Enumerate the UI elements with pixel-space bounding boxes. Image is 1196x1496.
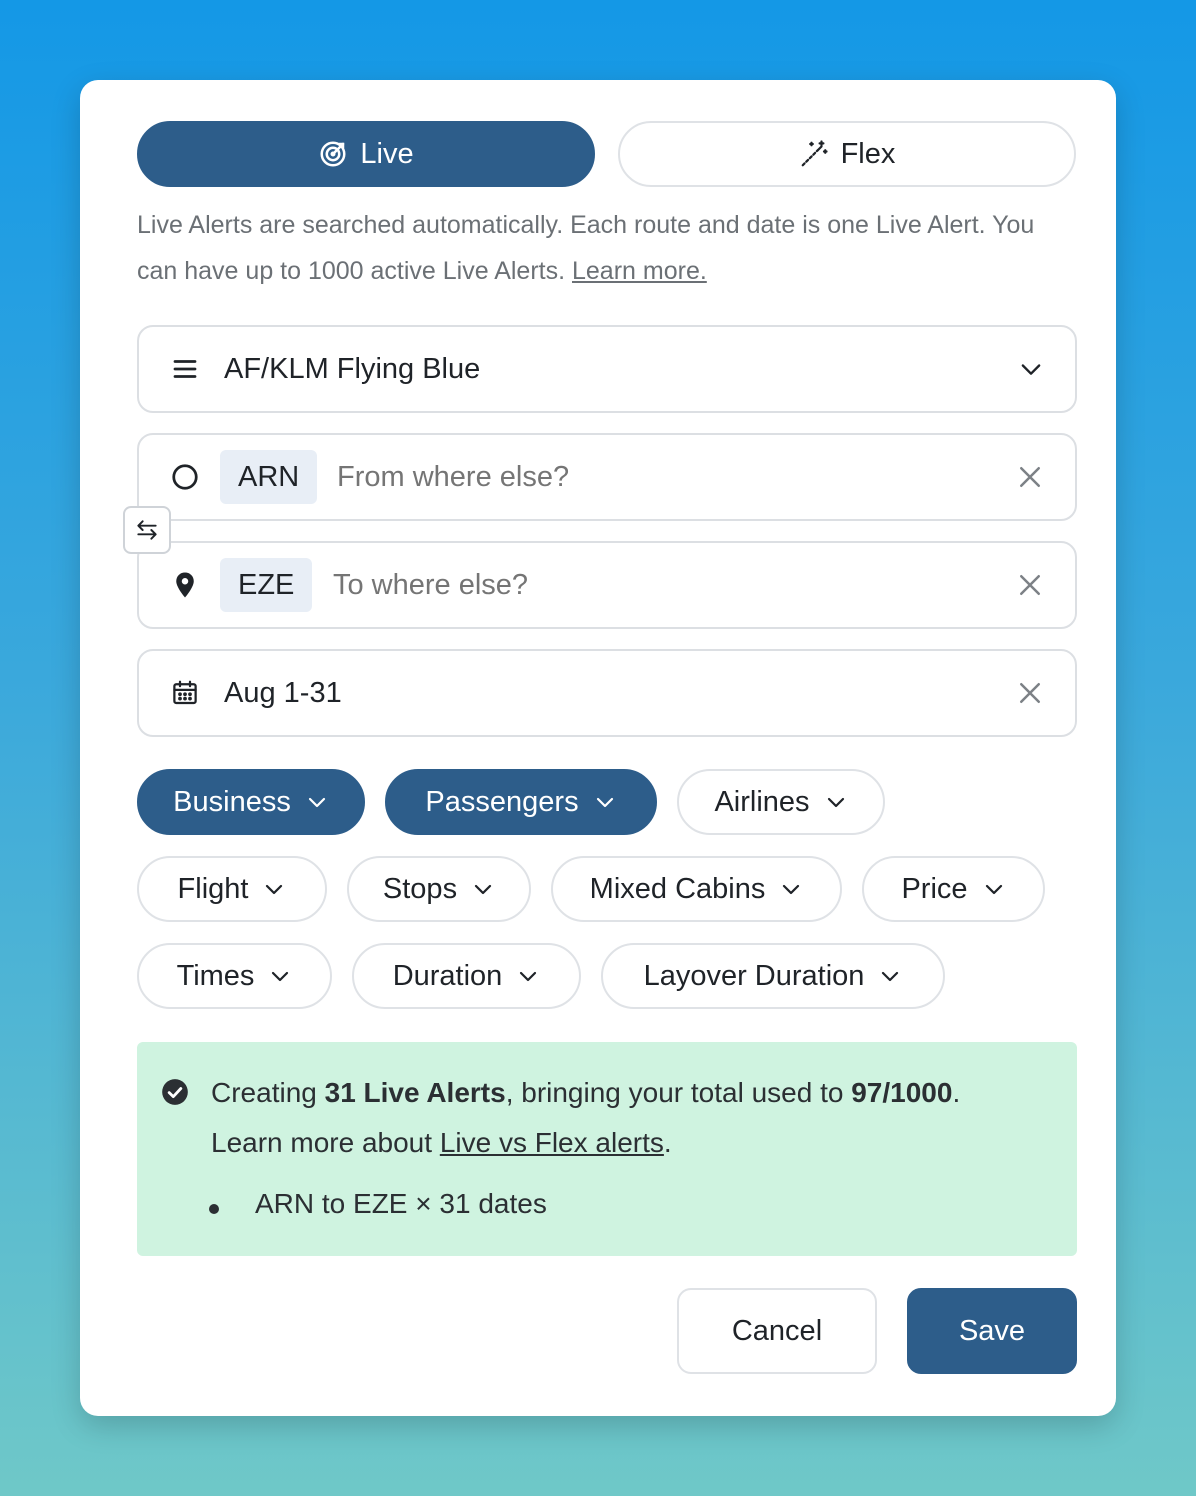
filter-label: Layover Duration: [643, 959, 865, 992]
magic-wand-icon: [801, 140, 828, 167]
chevron-down-icon: [272, 971, 289, 982]
filter-label: Flight: [177, 872, 249, 905]
filter-label: Mixed Cabins: [589, 872, 766, 905]
filter-label: Stops: [382, 872, 458, 905]
clear-destination-icon[interactable]: [1015, 570, 1045, 600]
swap-icon: [137, 520, 157, 540]
learn-more-link[interactable]: Learn more.: [572, 257, 707, 285]
origin-field[interactable]: ARN: [137, 433, 1077, 521]
chevron-down-icon: [266, 884, 283, 895]
filter-label: Price: [901, 872, 968, 905]
destination-chip[interactable]: EZE: [220, 558, 313, 612]
live-vs-flex-link[interactable]: Live vs Flex alerts: [440, 1127, 664, 1158]
target-icon: [320, 141, 346, 167]
save-button[interactable]: Save: [907, 1288, 1077, 1374]
dates-value: Aug 1-31: [224, 676, 342, 709]
filter-mixed-cabins[interactable]: Mixed Cabins: [551, 856, 842, 922]
chevron-down-icon: [827, 797, 844, 808]
filter-label: Business: [173, 785, 291, 818]
cancel-button[interactable]: Cancel: [677, 1288, 877, 1374]
filter-label: Times: [176, 959, 255, 992]
summary-list-item: ARN to EZE × 31 dates: [255, 1188, 547, 1219]
filter-airlines[interactable]: Airlines: [677, 769, 885, 835]
program-select[interactable]: AF/KLM Flying Blue: [137, 325, 1077, 413]
calendar-icon: [169, 677, 201, 709]
chevron-down-icon: [985, 884, 1002, 895]
filter-label: Passengers: [425, 785, 579, 818]
chevron-down-icon: [308, 797, 325, 808]
clear-dates-icon[interactable]: [1015, 678, 1045, 708]
create-alert-dialog: Live Flex Live Alerts are searched autom…: [80, 80, 1116, 1416]
chevron-down-icon: [1021, 364, 1041, 375]
destination-input[interactable]: [333, 568, 933, 602]
filter-stops[interactable]: Stops: [347, 856, 531, 922]
filter-label: Airlines: [714, 785, 810, 818]
destination-field[interactable]: EZE: [137, 541, 1077, 629]
origin-chip[interactable]: ARN: [220, 450, 318, 504]
flex-mode-button[interactable]: Flex: [618, 121, 1076, 187]
summary-prefix: Creating: [211, 1077, 325, 1108]
bullet-dot: [209, 1204, 219, 1214]
live-mode-button[interactable]: Live: [137, 121, 595, 187]
chevron-down-icon: [474, 884, 492, 895]
filter-layover-duration[interactable]: Layover Duration: [601, 943, 945, 1009]
live-mode-label: Live: [360, 137, 414, 170]
swap-route-button[interactable]: [123, 506, 171, 554]
alerts-count: 31 Live Alerts: [324, 1077, 506, 1108]
summary-text: Creating 31 Live Alerts, bringing your t…: [211, 1068, 1061, 1168]
summary-middle: , bringing your total used to: [505, 1077, 852, 1108]
filter-label: Duration: [392, 959, 503, 992]
dates-field[interactable]: Aug 1-31: [137, 649, 1077, 737]
filter-business[interactable]: Business: [137, 769, 365, 835]
menu-icon: [169, 353, 201, 385]
mode-description: Live Alerts are searched automatically. …: [137, 202, 1057, 294]
summary-suffix: .: [952, 1077, 961, 1108]
chevron-down-icon: [596, 797, 613, 808]
chevron-down-icon: [882, 971, 899, 982]
total-used: 97/1000: [851, 1077, 953, 1108]
check-circle-icon: [162, 1079, 188, 1105]
clear-origin-icon[interactable]: [1015, 462, 1045, 492]
flex-mode-label: Flex: [840, 137, 896, 170]
origin-input[interactable]: [337, 460, 937, 494]
filter-price[interactable]: Price: [862, 856, 1045, 922]
filter-duration[interactable]: Duration: [352, 943, 581, 1009]
origin-circle-icon: [169, 461, 201, 493]
filter-times[interactable]: Times: [137, 943, 332, 1009]
chevron-down-icon: [783, 884, 800, 895]
learn-prefix: Learn more about: [211, 1127, 440, 1158]
filter-flight[interactable]: Flight: [137, 856, 327, 922]
program-value: AF/KLM Flying Blue: [224, 352, 481, 385]
alert-summary: Creating 31 Live Alerts, bringing your t…: [137, 1042, 1077, 1256]
learn-suffix: .: [663, 1127, 672, 1158]
chevron-down-icon: [520, 971, 537, 982]
filter-passengers[interactable]: Passengers: [385, 769, 657, 835]
map-pin-icon: [169, 569, 201, 601]
